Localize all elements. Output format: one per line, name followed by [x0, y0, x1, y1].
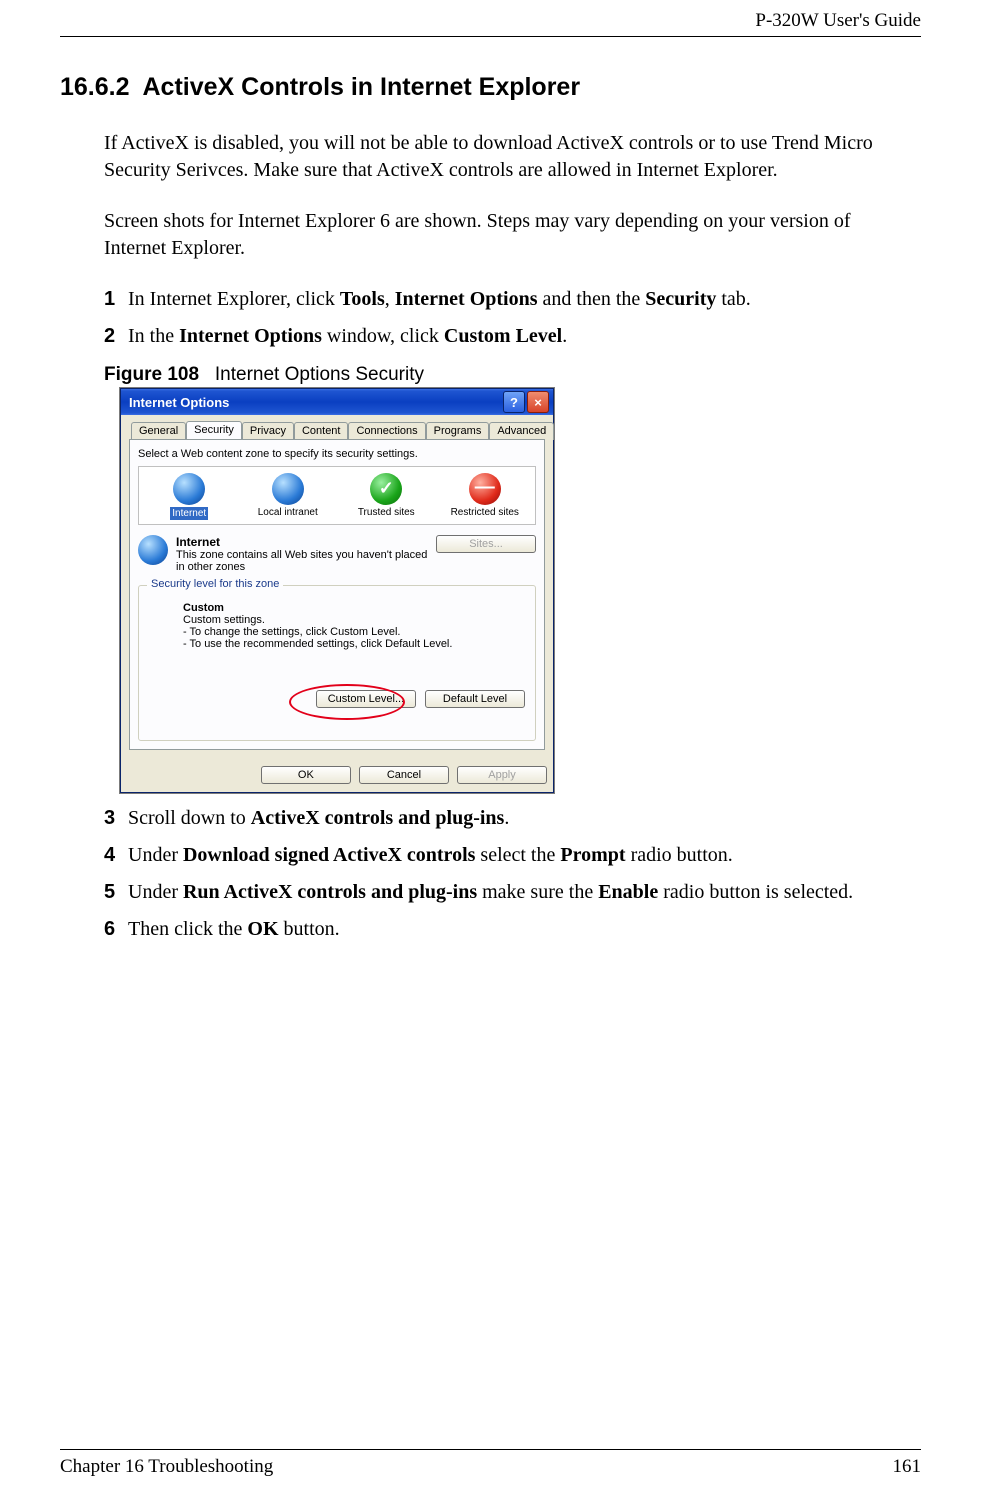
page-footer: Chapter 16 Troubleshooting 161 — [60, 1449, 921, 1478]
zone-trusted-sites[interactable]: Trusted sites — [340, 473, 433, 520]
figure-label: Figure 108 — [104, 364, 199, 385]
step-list-top: 1 In Internet Explorer, click Tools, Int… — [104, 286, 921, 350]
section-number: 16.6.2 — [60, 73, 130, 101]
tab-content[interactable]: Content — [294, 422, 349, 440]
intro-text: If ActiveX is disabled, you will not be … — [104, 130, 911, 262]
zone-internet[interactable]: Internet — [143, 473, 236, 520]
step-6: 6 Then click the OK button. — [104, 916, 921, 943]
zone-instruction: Select a Web content zone to specify its… — [138, 448, 536, 460]
sites-button[interactable]: Sites... — [436, 535, 536, 553]
fieldset-legend: Security level for this zone — [147, 578, 283, 590]
section-title: ActiveX Controls in Internet Explorer — [142, 73, 580, 101]
paragraph-1: If ActiveX is disabled, you will not be … — [104, 130, 911, 184]
restricted-icon — [469, 473, 501, 505]
help-icon[interactable]: ? — [503, 391, 525, 413]
default-level-button[interactable]: Default Level — [425, 690, 525, 708]
checkmark-icon — [370, 473, 402, 505]
custom-settings-text: Custom Custom settings. - To change the … — [183, 602, 525, 650]
step-5: 5 Under Run ActiveX controls and plug-in… — [104, 879, 921, 906]
dialog-button-row: OK Cancel Apply — [121, 758, 553, 792]
figure-caption: Figure 108 Internet Options Security — [104, 364, 921, 386]
figure-title: Internet Options Security — [215, 364, 424, 385]
step-list-bottom: 3 Scroll down to ActiveX controls and pl… — [104, 805, 921, 943]
step-1: 1 In Internet Explorer, click Tools, Int… — [104, 286, 921, 313]
step-4: 4 Under Download signed ActiveX controls… — [104, 842, 921, 869]
cancel-button[interactable]: Cancel — [359, 766, 449, 784]
page-header: P-320W User's Guide — [60, 0, 921, 37]
intranet-icon — [272, 473, 304, 505]
tab-connections[interactable]: Connections — [348, 422, 425, 440]
apply-button[interactable]: Apply — [457, 766, 547, 784]
security-level-fieldset: Security level for this zone Custom Cust… — [138, 585, 536, 741]
zone-list: Internet Local intranet Trusted sites Re… — [138, 466, 536, 525]
footer-page-number: 161 — [893, 1456, 922, 1478]
step-3: 3 Scroll down to ActiveX controls and pl… — [104, 805, 921, 832]
tab-advanced[interactable]: Advanced — [489, 422, 554, 440]
custom-level-button[interactable]: Custom Level... — [316, 690, 416, 708]
zone-restricted-sites[interactable]: Restricted sites — [439, 473, 532, 520]
zone-detail-desc: This zone contains all Web sites you hav… — [176, 549, 428, 573]
tab-security[interactable]: Security — [186, 421, 242, 439]
doc-title: P-320W User's Guide — [755, 10, 921, 31]
dialog-titlebar[interactable]: Internet Options ? × — [121, 389, 553, 415]
footer-chapter: Chapter 16 Troubleshooting — [60, 1456, 273, 1478]
ok-button[interactable]: OK — [261, 766, 351, 784]
globe-icon — [138, 535, 168, 565]
zone-local-intranet[interactable]: Local intranet — [242, 473, 335, 520]
tab-general[interactable]: General — [131, 422, 186, 440]
zone-description: Internet This zone contains all Web site… — [138, 535, 536, 573]
close-icon[interactable]: × — [527, 391, 549, 413]
zone-detail-title: Internet — [176, 535, 428, 549]
section-heading: 16.6.2 ActiveX Controls in Internet Expl… — [60, 73, 921, 102]
dialog-tabs: General Security Privacy Content Connect… — [129, 421, 545, 439]
globe-icon — [173, 473, 205, 505]
tab-privacy[interactable]: Privacy — [242, 422, 294, 440]
tab-programs[interactable]: Programs — [426, 422, 490, 440]
internet-options-dialog: Internet Options ? × General Security Pr… — [120, 388, 554, 793]
step-2: 2 In the Internet Options window, click … — [104, 323, 921, 350]
paragraph-2: Screen shots for Internet Explorer 6 are… — [104, 208, 911, 262]
dialog-title: Internet Options — [129, 395, 501, 410]
